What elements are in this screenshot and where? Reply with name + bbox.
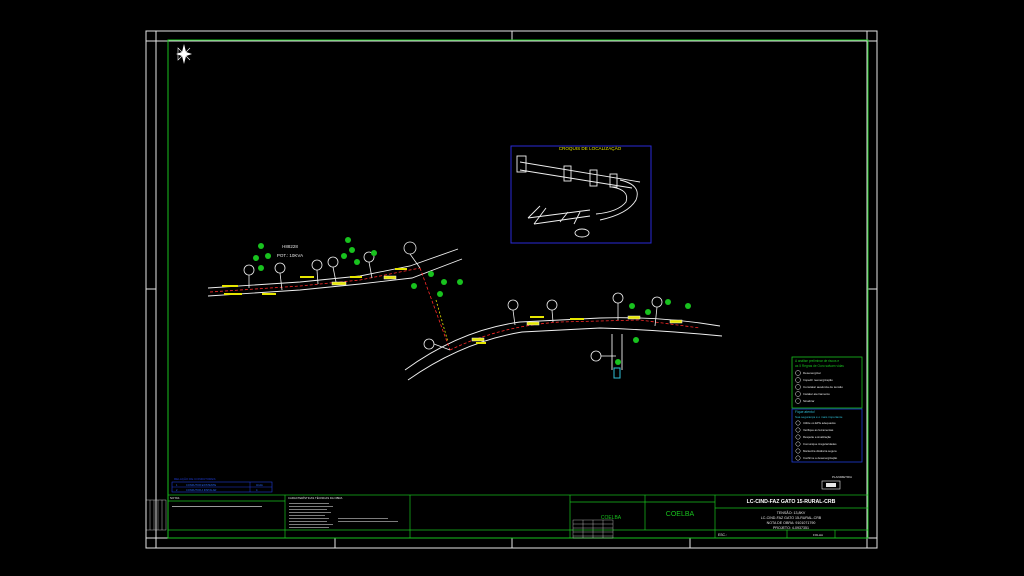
attention-item: Comunique irregularidades bbox=[803, 442, 837, 446]
conductor-row-name: CONDUTOR A INSTALAR bbox=[186, 488, 216, 492]
notes-lines bbox=[172, 506, 262, 507]
project-work-note: NOTA DE OBRA: 9101071790 bbox=[767, 521, 816, 525]
scale-label: ESC.: bbox=[718, 533, 727, 537]
project-reference: LC-CIND-FAZ GATO 15-RURAL-CRB bbox=[761, 516, 822, 520]
safety-rule-item: Desenergizar bbox=[803, 371, 821, 375]
location-sketch-title: CROQUIS DE LOCALIZAÇÃO bbox=[559, 145, 622, 151]
attention-header: Fique atento! bbox=[795, 410, 815, 414]
canvas-background bbox=[0, 0, 1024, 576]
notes-title: NOTAS bbox=[170, 496, 180, 500]
attention-subheader: Sua segurança é o mais importante bbox=[795, 415, 843, 419]
safety-rule-item: Sinalizar bbox=[803, 399, 815, 403]
tech-title: CARACTERÍSTICAS TÉCNICAS DA OBRA bbox=[288, 495, 342, 500]
attention-item: Confirme a desenergização bbox=[803, 456, 838, 460]
safety-rule-item: Impedir reenergização bbox=[803, 378, 833, 382]
sheet-label: FOLHA bbox=[813, 533, 823, 537]
station-id-label: H88228 bbox=[282, 244, 298, 249]
attention-item: Respeite a sinalização bbox=[803, 435, 831, 439]
project-number: PROJETO: 4-0937351 bbox=[773, 526, 809, 530]
project-tension: TENSÃO: 13,8KV bbox=[777, 510, 806, 515]
attention-item: Verifique as ferramentas bbox=[803, 428, 834, 432]
conductor-row-value: 4CAA bbox=[256, 483, 263, 487]
coelba-logo-large: COELBA bbox=[666, 511, 695, 518]
conductor-row-name: CONDUTOR EXISTENTE bbox=[186, 483, 216, 487]
station-power-label: POT.: 10KVA bbox=[277, 253, 303, 258]
attention-item: Mantenha distância segura bbox=[803, 449, 837, 453]
cad-drawing-canvas[interactable]: CROQUIS DE LOCALIZAÇÃO H88228 POT.: 10KV… bbox=[0, 0, 1024, 576]
attention-item: Utilize os EPIs adequados bbox=[803, 421, 836, 425]
planimetry-label: PLANIMETRIA bbox=[832, 475, 852, 479]
safety-rule-item: Constatar ausência de tensão bbox=[803, 385, 843, 389]
safety-rules-header-2: as 5 Regras de Ouro salvam vidas bbox=[795, 364, 844, 368]
safety-rule-item: Instalar aterramento bbox=[803, 392, 830, 396]
planimetry-icon-fill bbox=[826, 483, 836, 487]
safety-rules-header-1: A análise preliminar de riscos e bbox=[795, 359, 839, 363]
project-title: LC-CIND-FAZ GATO 15-RURAL-CRB bbox=[747, 499, 836, 505]
conductor-legend-title: RELAÇÃO DE CONDUTORES bbox=[174, 476, 215, 481]
